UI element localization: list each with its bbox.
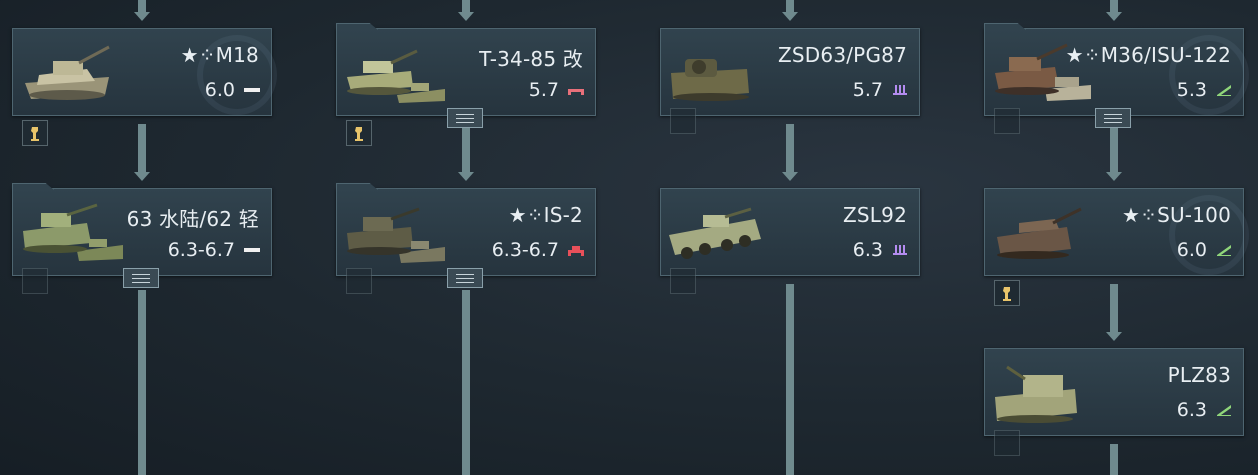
- crew-icon: [1003, 287, 1011, 301]
- tree-arrow: [134, 12, 150, 21]
- vehicle-name: ★⁘M36/ISU-122: [1065, 43, 1231, 67]
- battle-rating: 6.3: [852, 239, 883, 261]
- tree-arrow: [134, 172, 150, 181]
- tank-image: [995, 365, 1077, 423]
- tree-line: [1110, 444, 1118, 475]
- light-tank-icon: [244, 88, 260, 92]
- battle-rating: 6.3-6.7: [167, 239, 235, 261]
- tank-image: [997, 207, 1082, 259]
- vehicle-name: ★⁘IS-2: [508, 203, 583, 227]
- battle-rating: 5.7: [528, 79, 559, 101]
- group-expand-button[interactable]: [447, 268, 483, 288]
- tree-arrow: [1106, 12, 1122, 21]
- vehicle-name: 63 水陆/62 轻: [126, 207, 259, 231]
- vehicle-name: T-34-85 改: [479, 47, 583, 71]
- crew-slot: [670, 268, 696, 294]
- tank-destroyer-icon: [1217, 245, 1231, 256]
- battle-rating: 6.0: [1176, 239, 1207, 261]
- vehicle-name: ★⁘M18: [180, 43, 259, 67]
- vehicle-card-is2[interactable]: ★⁘IS-2 6.3-6.7: [336, 188, 596, 276]
- battle-rating: 5.3: [1176, 79, 1207, 101]
- vehicle-card-zsd63[interactable]: ZSD63/PG87 5.7: [660, 28, 920, 116]
- vehicle-card-m18[interactable]: ★⁘M18 6.0: [12, 28, 277, 116]
- vehicle-card-type63[interactable]: 63 水陆/62 轻 6.3-6.7: [12, 188, 272, 276]
- vehicle-name: ★⁘SU-100: [1121, 203, 1231, 227]
- tank-image: [347, 207, 445, 263]
- crew-slot: [346, 268, 372, 294]
- heavy-tank-icon: [568, 246, 584, 256]
- crew-icon: [31, 127, 39, 141]
- vehicle-card-t3485[interactable]: T-34-85 改 5.7: [336, 28, 596, 116]
- crew-slot: [994, 430, 1020, 456]
- tank-image: [669, 207, 761, 259]
- tank-image: [23, 203, 123, 261]
- group-expand-button[interactable]: [447, 108, 483, 128]
- tree-line: [786, 284, 794, 475]
- tree-arrow: [782, 172, 798, 181]
- vehicle-name: ZSD63/PG87: [778, 43, 907, 67]
- battle-rating: 6.3-6.7: [491, 239, 559, 261]
- tree-arrow: [458, 12, 474, 21]
- crew-icon: [355, 127, 363, 141]
- tank-destroyer-icon: [1217, 85, 1231, 96]
- tree-line: [462, 128, 470, 172]
- crew-slot: [994, 108, 1020, 134]
- spaa-icon: [893, 85, 907, 95]
- tree-line: [1110, 284, 1118, 332]
- group-expand-button[interactable]: [123, 268, 159, 288]
- spaa-icon: [893, 245, 907, 255]
- battle-rating: 6.0: [204, 79, 235, 101]
- vehicle-card-plz83[interactable]: PLZ83 6.3: [984, 348, 1244, 436]
- tree-line: [138, 124, 146, 172]
- tank-image: [347, 49, 445, 103]
- tree-line: [138, 290, 146, 475]
- tree-line: [1110, 128, 1118, 172]
- tank-image: [671, 59, 749, 101]
- crew-slot: [670, 108, 696, 134]
- medium-tank-icon: [568, 89, 584, 95]
- battle-rating: 6.3: [1176, 399, 1207, 421]
- tank-image: [25, 45, 110, 100]
- light-tank-icon: [244, 248, 260, 252]
- tree-arrow: [1106, 332, 1122, 341]
- vehicle-card-su100[interactable]: ★⁘SU-100 6.0: [984, 188, 1249, 276]
- vehicle-name: PLZ83: [1167, 363, 1231, 387]
- battle-rating: 5.7: [852, 79, 883, 101]
- tree-arrow: [458, 172, 474, 181]
- tree-arrow: [1106, 172, 1122, 181]
- tree-arrow: [782, 12, 798, 21]
- crew-badge[interactable]: [994, 280, 1020, 306]
- tree-line: [786, 124, 794, 172]
- vehicle-card-m36[interactable]: ★⁘M36/ISU-122 5.3: [984, 28, 1249, 116]
- group-expand-button[interactable]: [1095, 108, 1131, 128]
- tank-destroyer-icon: [1217, 405, 1231, 416]
- vehicle-card-zsl92[interactable]: ZSL92 6.3: [660, 188, 920, 276]
- crew-badge[interactable]: [346, 120, 372, 146]
- tree-line: [462, 290, 470, 475]
- crew-slot: [22, 268, 48, 294]
- crew-badge[interactable]: [22, 120, 48, 146]
- vehicle-name: ZSL92: [843, 203, 907, 227]
